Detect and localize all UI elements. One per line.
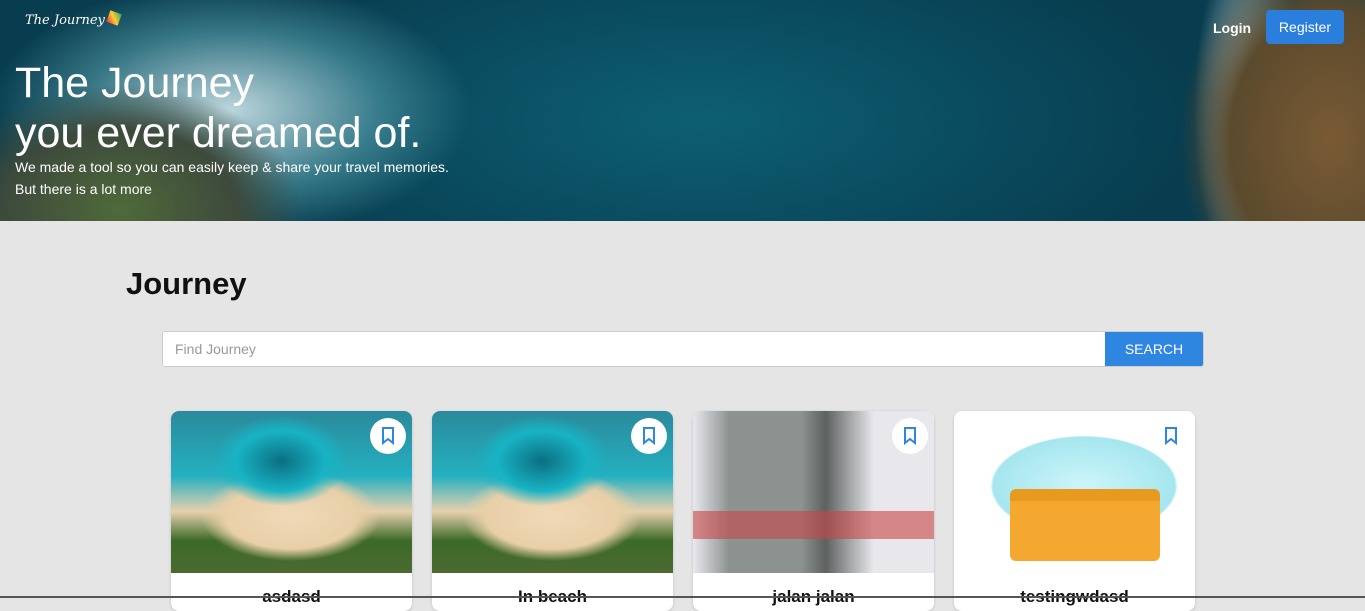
bookmark-button[interactable] — [892, 418, 928, 454]
card-image — [432, 411, 673, 573]
login-button[interactable]: Login — [1203, 12, 1261, 44]
kite-icon — [106, 10, 122, 26]
bookmark-button[interactable] — [370, 418, 406, 454]
hero-subtitle: We made a tool so you can easily keep & … — [15, 159, 449, 197]
bookmark-button[interactable] — [1153, 418, 1189, 454]
hero-banner: The Journey The Journey you ever dreamed … — [0, 0, 1365, 221]
search-input[interactable] — [163, 332, 1105, 366]
page-title: Journey — [126, 266, 247, 301]
card-image — [954, 411, 1195, 573]
search-button[interactable]: SEARCH — [1105, 332, 1203, 366]
journey-card[interactable]: testingwdasd — [954, 411, 1195, 611]
bookmark-icon — [643, 427, 655, 445]
bookmark-icon — [904, 427, 916, 445]
card-image — [693, 411, 934, 573]
bookmark-button[interactable] — [631, 418, 667, 454]
journey-card[interactable]: asdasd — [171, 411, 412, 611]
journey-card[interactable]: In beach — [432, 411, 673, 611]
search-bar: SEARCH — [162, 331, 1204, 367]
bookmark-icon — [382, 427, 394, 445]
bookmark-icon — [1165, 427, 1177, 445]
hero-title: The Journey you ever dreamed of. — [15, 59, 422, 157]
journey-card[interactable]: jalan jalan — [693, 411, 934, 611]
register-button[interactable]: Register — [1266, 10, 1344, 44]
logo[interactable]: The Journey — [25, 10, 122, 28]
card-image — [171, 411, 412, 573]
